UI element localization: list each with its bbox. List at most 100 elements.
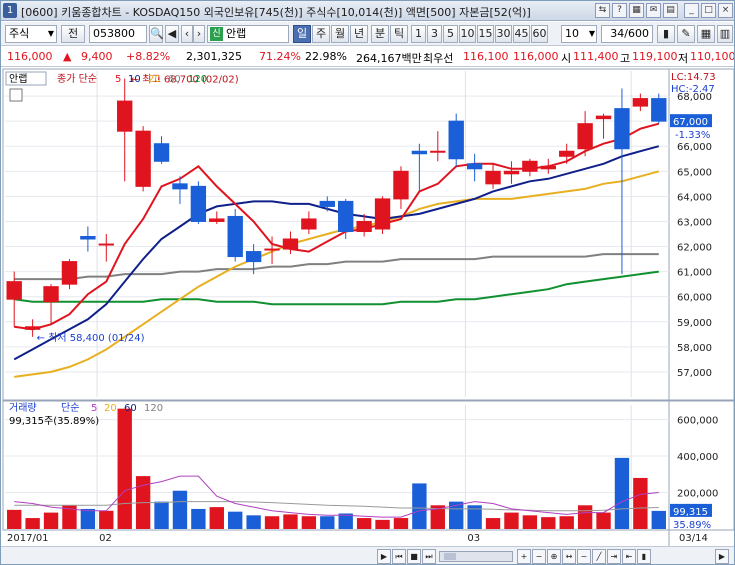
market-select[interactable]: 주식 ▼ xyxy=(5,25,57,43)
layout-icon[interactable]: ▥ xyxy=(717,25,733,43)
credit-badge: 신 xyxy=(210,27,223,41)
zoom-out-icon[interactable]: − xyxy=(532,549,546,564)
tab-week[interactable]: 주 xyxy=(312,25,330,43)
interval-1[interactable]: 1 xyxy=(411,25,426,43)
tab-month[interactable]: 월 xyxy=(331,25,349,43)
ma-period-label: 60 xyxy=(168,74,181,85)
prev-icon[interactable]: ‹ xyxy=(181,25,193,43)
candle-body xyxy=(393,170,409,200)
grid-icon[interactable]: ▦ xyxy=(697,25,715,43)
zoom-in-icon[interactable]: + xyxy=(517,549,531,564)
candle-body xyxy=(503,170,520,175)
zoom-icon[interactable]: ⊕ xyxy=(547,549,561,564)
last-icon[interactable]: ⏭ xyxy=(422,549,436,564)
compress-icon[interactable]: ⇥ xyxy=(607,549,621,564)
turnover-rate: 22.98% xyxy=(305,50,347,63)
x-tick-label: 02 xyxy=(99,533,112,544)
candle-icon[interactable]: ▮ xyxy=(637,549,651,564)
chart-area[interactable]: 57,000 58,000 59,000 60,000 61,000 62,000 63,0… xyxy=(1,67,735,547)
period-button[interactable]: 전 xyxy=(61,25,85,43)
interval-3[interactable]: 3 xyxy=(427,25,442,43)
candle-body xyxy=(98,243,114,246)
volume-tick-label: 600,000 xyxy=(677,416,718,427)
high-price: 119,100 xyxy=(632,50,678,63)
draw-icon[interactable]: ✎ xyxy=(677,25,695,43)
draw-line-icon[interactable]: ╱ xyxy=(592,549,606,564)
candle-body xyxy=(651,98,667,122)
volume-bar xyxy=(596,512,611,529)
candle-body xyxy=(356,220,372,232)
candle-body xyxy=(319,200,335,207)
x-tick-label: 03/14 xyxy=(679,533,708,544)
expand-icon[interactable]: ↔ xyxy=(562,549,576,564)
ma60-line xyxy=(14,253,659,281)
mail-icon[interactable]: ✉ xyxy=(646,3,661,18)
low-price: 110,100 xyxy=(690,50,735,63)
volume-bar xyxy=(283,514,298,529)
search-icon[interactable]: 🔍 xyxy=(149,25,164,43)
minimize-icon[interactable]: _ xyxy=(684,3,699,18)
interval-15[interactable]: 15 xyxy=(477,25,494,43)
volume-bar xyxy=(393,518,409,529)
stop-icon[interactable]: ■ xyxy=(407,549,421,564)
fit-icon[interactable]: ⇤ xyxy=(622,549,636,564)
tile-icon[interactable]: ▦ xyxy=(629,3,644,18)
page-indicator: 34/600 xyxy=(601,25,653,43)
wave-icon[interactable]: ~ xyxy=(577,549,591,564)
ask-label: 최우선 xyxy=(423,52,454,65)
candle-body xyxy=(264,248,280,251)
tab-tick[interactable]: 틱 xyxy=(390,25,408,43)
open-price: 111,400 xyxy=(573,50,619,63)
chart-window: 1 [0600] 키움종합차트 - KOSDAQ150 외국인보유[745(천)… xyxy=(0,0,735,565)
window-number[interactable]: 1 xyxy=(3,3,17,18)
candle-body xyxy=(374,198,391,230)
settings-icon[interactable]: ▤ xyxy=(663,3,678,18)
help-icon[interactable]: ? xyxy=(612,3,627,18)
bid-price: 116,000 xyxy=(513,50,559,63)
volume-legend-indicator: 단순 xyxy=(61,402,79,414)
volume-bar xyxy=(154,501,169,529)
interval-5[interactable]: 5 xyxy=(443,25,458,43)
last-pct-label: -1.33% xyxy=(675,130,710,141)
volume-bar xyxy=(485,518,501,529)
chart-type-icon[interactable]: ▮ xyxy=(657,25,675,43)
volume-bar xyxy=(209,507,224,529)
tab-year[interactable]: 년 xyxy=(350,25,368,43)
ma-period-label: 10 xyxy=(128,74,141,85)
tab-minute[interactable]: 분 xyxy=(371,25,389,43)
candle-body xyxy=(190,185,207,222)
last-price-label: 67,000 xyxy=(673,117,708,128)
up-arrow-icon: ▲ xyxy=(63,50,72,63)
volume-period-label: 120 xyxy=(144,403,163,414)
speaker-icon[interactable]: ◀ xyxy=(165,25,179,43)
interval-30[interactable]: 30 xyxy=(495,25,512,43)
price-tick-label: 60,000 xyxy=(677,293,712,304)
trade-volume: 2,301,325 xyxy=(186,50,242,63)
candle-body xyxy=(338,200,354,232)
scroll-right-icon[interactable]: ▶ xyxy=(715,549,729,564)
volume-bars xyxy=(7,408,666,529)
tab-day[interactable]: 일 xyxy=(293,25,311,43)
link-icon[interactable]: ⇆ xyxy=(595,3,610,18)
interval-10[interactable]: 10 xyxy=(459,25,476,43)
candle-body xyxy=(522,160,538,172)
market-select-label: 주식 xyxy=(9,27,30,40)
close-icon[interactable]: × xyxy=(718,3,733,18)
ma-period-label: 120 xyxy=(188,74,207,85)
scroll-thumb[interactable] xyxy=(444,553,456,560)
interval-60[interactable]: 60 xyxy=(531,25,548,43)
scroll-left-button[interactable]: ▶ xyxy=(377,549,391,564)
candle-body xyxy=(6,281,22,300)
maximize-icon[interactable]: □ xyxy=(701,3,716,18)
high-label: 고 xyxy=(620,52,631,65)
next-icon[interactable]: › xyxy=(193,25,205,43)
chart-svg[interactable]: 57,000 58,000 59,000 60,000 61,000 62,000 63,0… xyxy=(1,67,735,547)
first-icon[interactable]: ⏮ xyxy=(392,549,406,564)
candle-body xyxy=(485,170,501,185)
price-change: 9,400 xyxy=(81,50,113,63)
interval-45[interactable]: 45 xyxy=(513,25,530,43)
stock-name: 안랩 xyxy=(226,27,247,40)
stock-code-input[interactable]: 053800 xyxy=(89,25,147,43)
count-select[interactable]: 10 ▼ xyxy=(561,25,597,43)
scroll-track[interactable] xyxy=(439,551,513,562)
